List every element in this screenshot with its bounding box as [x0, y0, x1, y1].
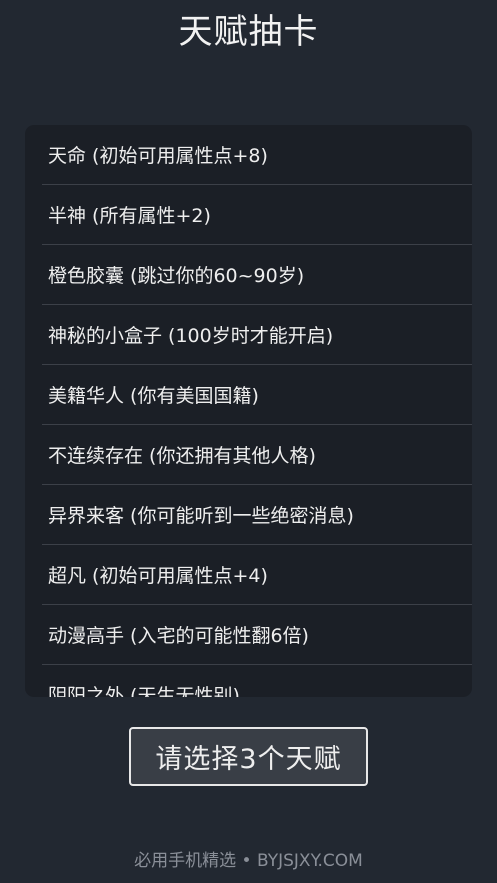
select-talents-button[interactable]: 请选择3个天赋: [129, 727, 368, 786]
talent-item[interactable]: 神秘的小盒子 (100岁时才能开启): [42, 305, 472, 365]
talent-draw-screen: 天赋抽卡 天命 (初始可用属性点+8) 半神 (所有属性+2) 橙色胶囊 (跳过…: [0, 0, 497, 883]
talent-item[interactable]: 天命 (初始可用属性点+8): [42, 125, 472, 185]
talent-item[interactable]: 超凡 (初始可用属性点+4): [42, 545, 472, 605]
page-title: 天赋抽卡: [178, 12, 319, 52]
talent-item[interactable]: 半神 (所有属性+2): [42, 185, 472, 245]
talent-item[interactable]: 阴阳之外 (天生无性别): [42, 665, 472, 697]
talent-item[interactable]: 异界来客 (你可能听到一些绝密消息): [42, 485, 472, 545]
watermark-text: 必用手机精选 • BYJSJXY.COM: [134, 851, 363, 871]
talent-item[interactable]: 橙色胶囊 (跳过你的60~90岁): [42, 245, 472, 305]
talent-list: 天命 (初始可用属性点+8) 半神 (所有属性+2) 橙色胶囊 (跳过你的60~…: [42, 125, 472, 697]
talent-item[interactable]: 美籍华人 (你有美国国籍): [42, 365, 472, 425]
talent-list-panel[interactable]: 天命 (初始可用属性点+8) 半神 (所有属性+2) 橙色胶囊 (跳过你的60~…: [25, 125, 472, 697]
talent-item[interactable]: 动漫高手 (入宅的可能性翻6倍): [42, 605, 472, 665]
talent-item[interactable]: 不连续存在 (你还拥有其他人格): [42, 425, 472, 485]
